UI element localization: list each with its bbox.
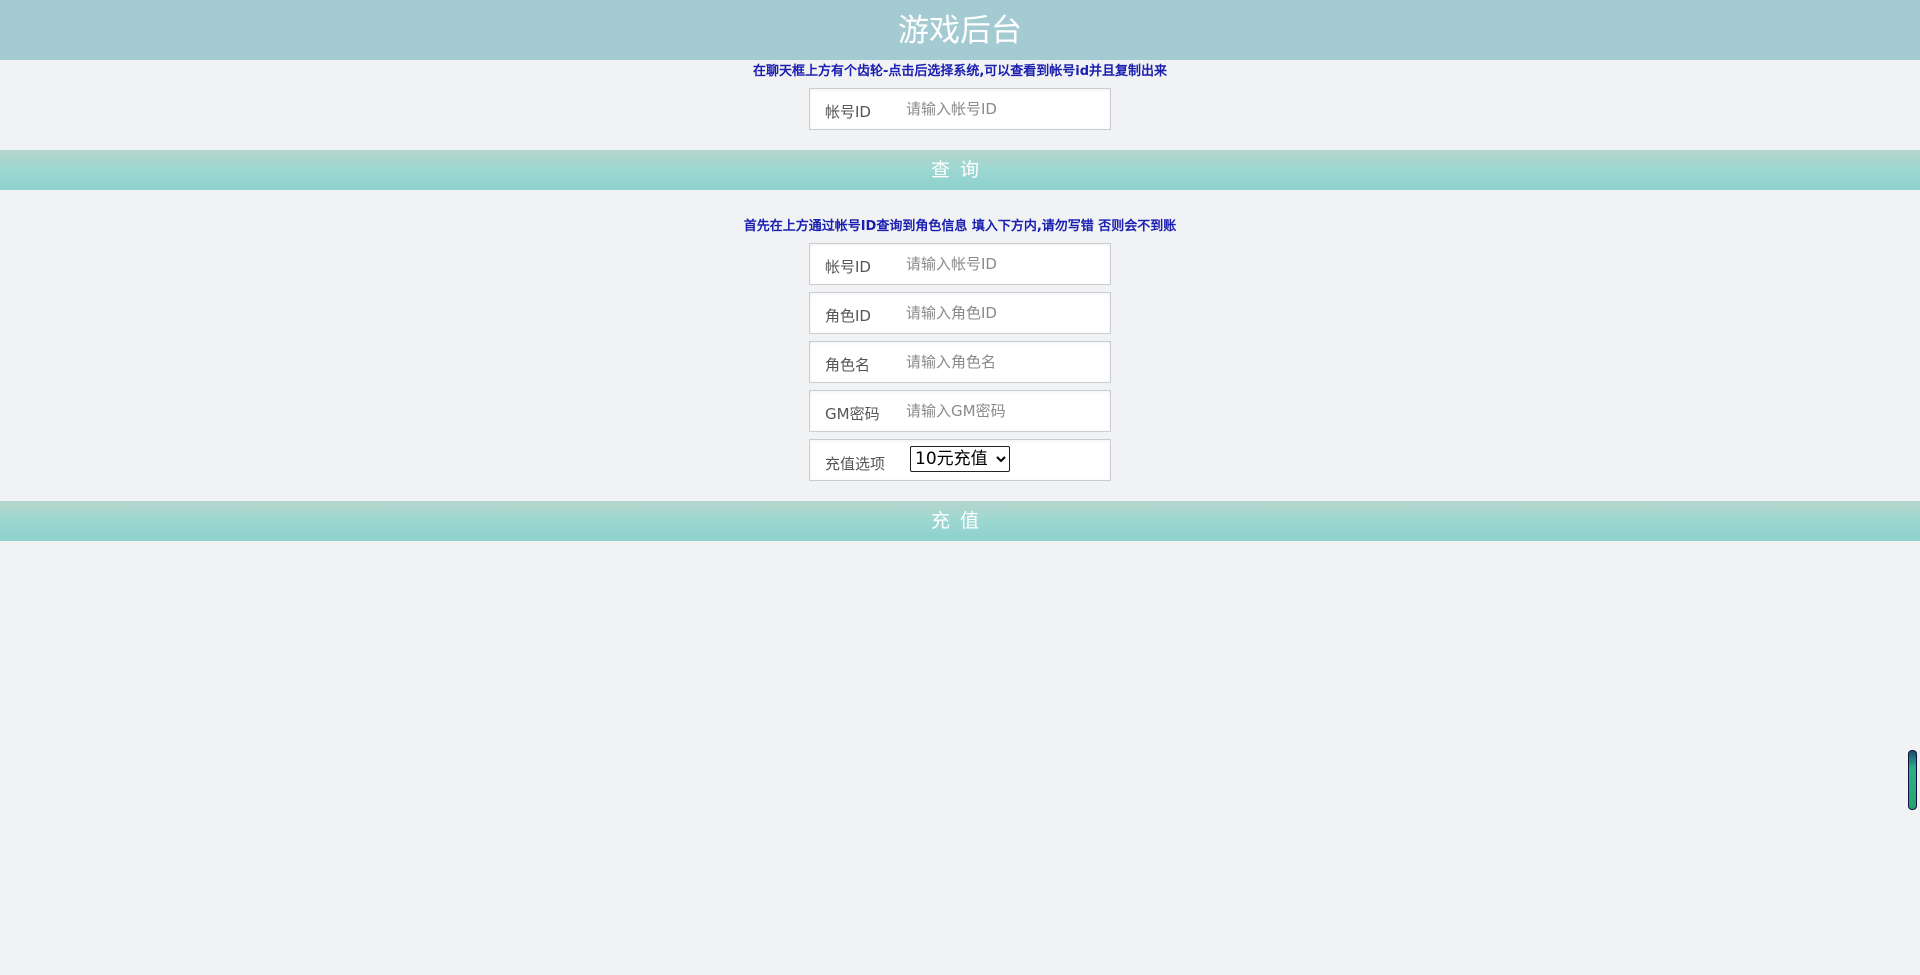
role-name-label: 角色名 [825, 356, 871, 374]
query-button[interactable]: 查询 [0, 150, 1920, 190]
recharge-option-field: 充值选项 10元充值 [809, 439, 1111, 481]
role-id-label: 角色ID [825, 307, 871, 325]
recharge-account-field: 帐号ID [809, 243, 1111, 285]
role-id-input[interactable] [906, 301, 1102, 325]
query-account-label: 帐号ID [825, 103, 871, 121]
role-name-field: 角色名 [809, 341, 1111, 383]
recharge-option-label: 充值选项 [825, 455, 886, 473]
gm-password-field: GM密码 [809, 390, 1111, 432]
recharge-account-input[interactable] [906, 252, 1102, 276]
page-title: 游戏后台 [898, 13, 1022, 49]
query-notice: 在聊天框上方有个齿轮-点击后选择系统,可以查看到帐号id并且复制出来 [752, 64, 1168, 79]
floating-scroll-handle[interactable] [1908, 750, 1917, 810]
recharge-notice: 首先在上方通过帐号ID查询到角色信息 填入下方内,请勿写错 否则会不到账 [743, 219, 1177, 234]
recharge-option-select[interactable]: 10元充值 [910, 446, 1010, 472]
page-header: 游戏后台 [0, 0, 1920, 60]
gm-password-input[interactable] [906, 399, 1102, 423]
recharge-account-label: 帐号ID [825, 258, 871, 276]
role-name-input[interactable] [906, 350, 1102, 374]
query-account-input[interactable] [906, 97, 1102, 121]
query-account-field: 帐号ID [809, 88, 1111, 130]
role-id-field: 角色ID [809, 292, 1111, 334]
recharge-button[interactable]: 充值 [0, 501, 1920, 541]
gm-password-label: GM密码 [825, 405, 880, 423]
